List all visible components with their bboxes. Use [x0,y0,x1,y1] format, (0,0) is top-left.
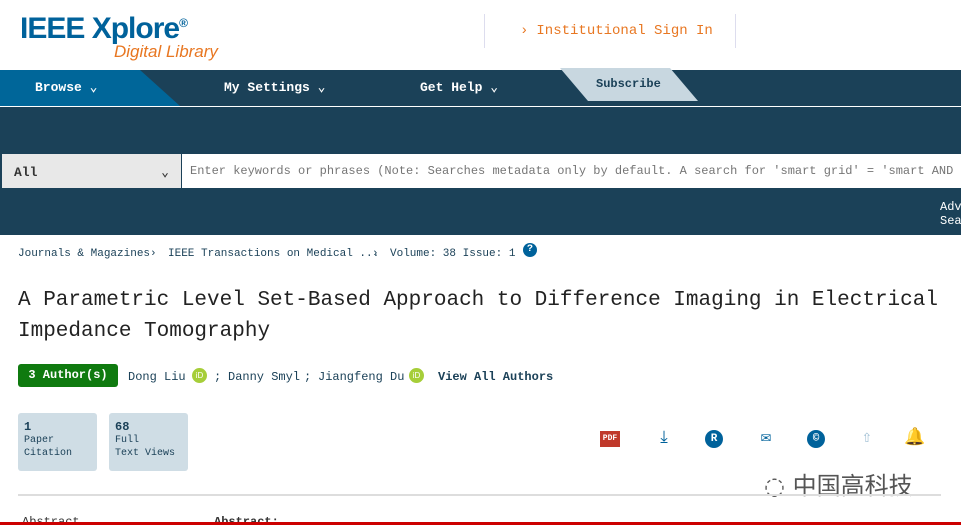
institutional-sign-in-link[interactable]: › Institutional Sign In [520,23,721,39]
metric-value: 1 [24,420,32,434]
orcid-icon[interactable]: iD [192,368,207,383]
email-icon[interactable]: ✉ [755,428,777,450]
pdf-icon[interactable]: PDF [600,431,620,447]
logo-text: IEEE Xplore [20,12,180,45]
author-link[interactable]: Jiangfeng Du [318,370,404,384]
separator: ; [214,370,222,384]
page-title: A Parametric Level Set-Based Approach to… [18,289,938,343]
scope-value: All [14,165,38,180]
nav-label: Browse [35,80,82,95]
metric-label: Text Views [115,448,176,459]
orcid-icon[interactable]: iD [409,368,424,383]
copyright-icon[interactable]: © [807,430,825,448]
divider [484,14,485,48]
nav-label: Get Help [420,80,483,95]
metric-label: Full [115,435,140,446]
chevron-right-icon: › [372,248,379,260]
chevron-right-icon: › [520,23,529,39]
view-all-authors-link[interactable]: View All Authors [438,370,553,384]
nav-browse[interactable]: Browse ⌄ [35,80,97,95]
nav-get-help[interactable]: Get Help ⌄ [420,80,498,95]
separator: ; [304,370,312,384]
breadcrumb-journals[interactable]: Journals & Magazines [18,248,150,260]
divider [18,494,941,496]
author-link[interactable]: Dong Liu [128,370,186,384]
citation-metric[interactable]: 1 Paper Citation [18,413,97,471]
metric-label: Citation [24,448,73,459]
authors-badge[interactable]: 3 Author(s) [18,364,118,387]
author-link[interactable]: Danny Smyl [228,370,300,384]
chevron-down-icon: ⌄ [490,80,499,95]
ieee-xplore-logo[interactable]: IEEE Xplore® [20,12,188,46]
search-scope-select[interactable]: All ⌄ [2,154,181,188]
chevron-down-icon: ⌄ [317,80,326,95]
advanced-search-link[interactable]: Advanced Search [940,200,961,228]
chevron-down-icon: ⌄ [161,165,169,180]
views-metric[interactable]: 68 Full Text Views [109,413,188,471]
nav-my-settings[interactable]: My Settings ⌄ [224,80,325,95]
breadcrumb-issue[interactable]: Volume: 38 Issue: 1 [390,248,515,260]
rights-icon[interactable]: R [705,430,723,448]
divider [735,14,736,48]
breadcrumb-journal[interactable]: IEEE Transactions on Medical ... [168,248,379,260]
alert-bell-icon[interactable]: 🔔 [904,428,926,450]
metric-value: 68 [115,420,130,434]
subscribe-label[interactable]: Subscribe [596,77,661,91]
nav-label: My Settings [224,80,310,95]
chevron-down-icon: ⌄ [89,80,98,95]
share-icon[interactable]: ⇧ [856,428,878,450]
logo-subtitle: Digital Library [114,42,218,61]
search-input[interactable] [182,154,961,188]
signin-label: Institutional Sign In [536,23,713,39]
download-icon[interactable]: ⤓ [653,428,675,450]
metric-label: Paper [24,435,55,446]
help-icon[interactable]: ? [523,243,537,257]
chevron-right-icon: › [150,248,157,260]
